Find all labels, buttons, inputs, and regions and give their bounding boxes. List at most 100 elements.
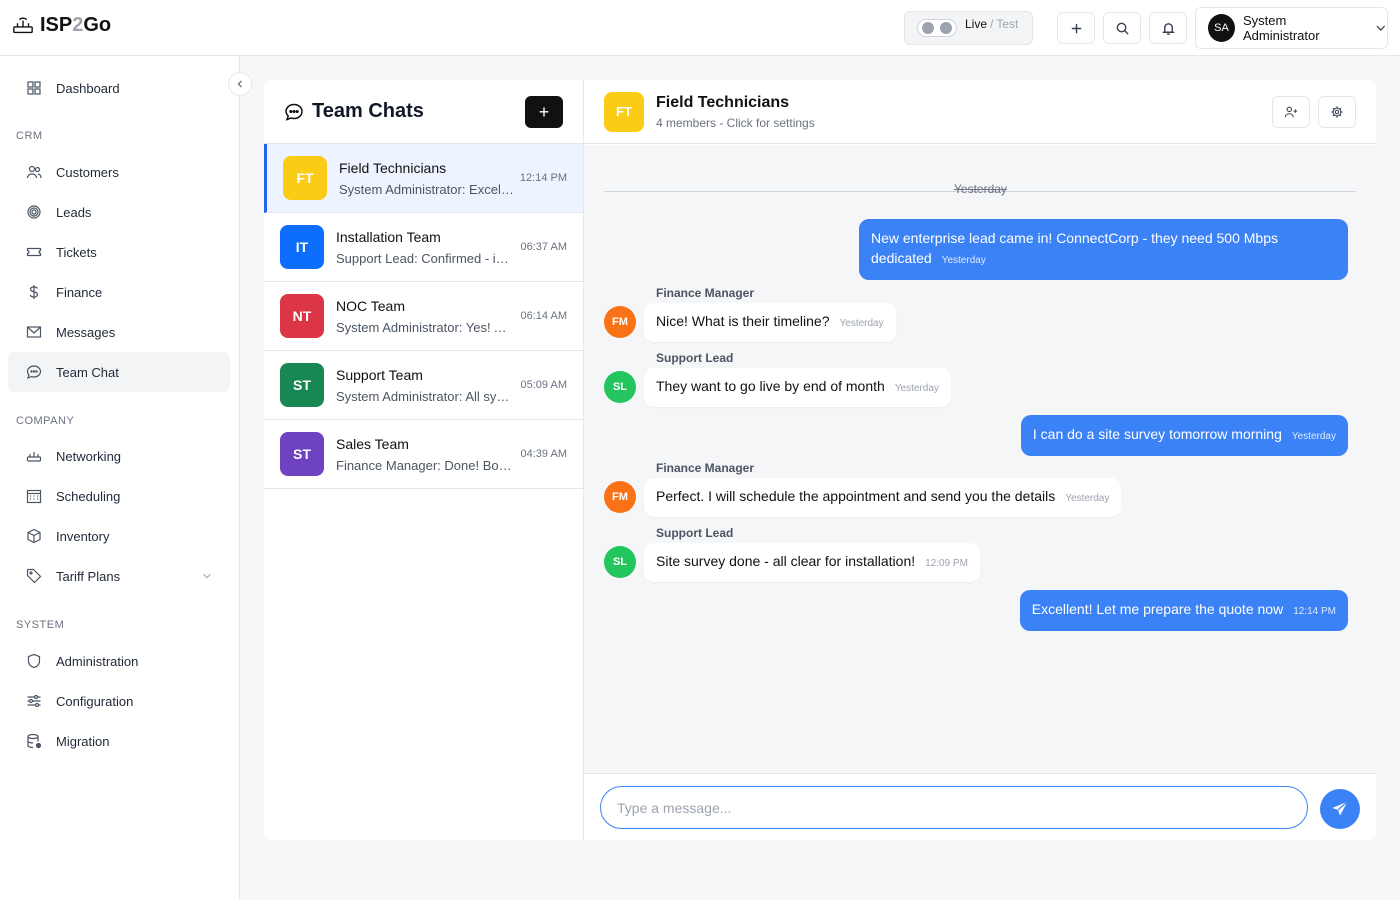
chat-avatar: ST [280, 432, 324, 476]
add-button[interactable] [1057, 12, 1095, 44]
settings-button[interactable] [1318, 96, 1356, 128]
avatar: SA [1208, 14, 1235, 42]
message-bubble-incoming: Perfect. I will schedule the appointment… [644, 478, 1122, 517]
message-sender: Finance Manager [656, 286, 755, 300]
chat-time: 04:39 AM [520, 448, 567, 460]
logo[interactable]: ISP2Go [12, 14, 111, 37]
user-plus-icon [1284, 106, 1298, 118]
add-member-button[interactable] [1272, 96, 1310, 128]
sidebar-item-migration[interactable]: Migration [8, 721, 230, 761]
message-sender: Support Lead [656, 526, 734, 540]
chat-item-support-team[interactable]: ST Support Team System Administrator: Al… [264, 351, 583, 420]
message-bubble-outgoing: Excellent! Let me prepare the quote now 1… [1019, 590, 1348, 631]
sidebar-item-label: Configuration [56, 693, 134, 709]
chevron-down-icon [1376, 25, 1386, 31]
sidebar-item-tickets[interactable]: Tickets [8, 232, 230, 272]
message-sender: Finance Manager [656, 461, 755, 475]
sidebar-item-label: Migration [56, 733, 110, 749]
bell-icon [1161, 22, 1175, 35]
mode-live-label: Live [965, 17, 988, 31]
sidebar-item-label: Administration [56, 653, 139, 669]
sidebar-item-label: Scheduling [56, 488, 121, 504]
chat-item-noc-team[interactable]: NT NOC Team System Administrator: Yes! A… [264, 282, 583, 351]
chat-item-sales-team[interactable]: ST Sales Team Finance Manager: Done! Boo… [264, 420, 583, 489]
sidebar-item-messages[interactable]: Messages [8, 312, 230, 352]
chat-avatar: NT [280, 294, 324, 338]
conversation-subtitle[interactable]: 4 members - Click for settings [656, 116, 815, 130]
message-input[interactable] [600, 786, 1308, 829]
sidebar-item-label: Customers [56, 164, 119, 180]
chat-avatar: IT [280, 225, 324, 269]
sliders-icon [27, 694, 41, 708]
shield-icon [27, 653, 41, 669]
mode-test-label: Test [996, 17, 1019, 31]
conversation-header[interactable]: FT Field Technicians 4 members - Click f… [584, 80, 1376, 144]
sidebar-item-label: Finance [56, 284, 103, 300]
message-time: Yesterday [1291, 431, 1336, 442]
sidebar-item-scheduling[interactable]: Scheduling [8, 476, 230, 516]
plus-icon [1071, 23, 1081, 33]
mail-icon [26, 326, 42, 338]
chat-item-field-technicians[interactable]: FT Field Technicians System Administrato… [264, 144, 583, 213]
sidebar-item-label: Tariff Plans [56, 568, 121, 584]
message-bubble-outgoing: I can do a site survey tomorrow morning Y… [1020, 415, 1348, 456]
sidebar-item-inventory[interactable]: Inventory [8, 516, 230, 556]
calendar-icon [26, 489, 42, 504]
message-time: 12:09 PM [925, 558, 968, 569]
sidebar-item-label: Team Chat [56, 364, 119, 380]
chat-preview: System Administrator: Excellent! Let me … [339, 181, 515, 197]
message-time: Yesterday [1065, 493, 1110, 504]
message-list[interactable]: Yesterday New enterprise lead came in! C… [584, 145, 1376, 773]
message-text: They want to go live by end of month [656, 378, 885, 394]
chat-list-panel: Team Chats + FT Field Technicians System… [264, 80, 584, 840]
sidebar-item-label: Dashboard [56, 80, 120, 96]
message-text: New enterprise lead came in! ConnectCorp… [871, 230, 1278, 266]
top-bar: ISP2Go Live / Test SA System Administrator [0, 0, 1400, 56]
message-time: Yesterday [941, 255, 986, 266]
sidebar-item-finance[interactable]: Finance [8, 272, 230, 312]
sidebar-item-networking[interactable]: Networking [8, 436, 230, 476]
sidebar-item-customers[interactable]: Customers [8, 152, 230, 192]
notifications-button[interactable] [1149, 12, 1187, 44]
sidebar-item-team-chat[interactable]: Team Chat [8, 352, 230, 392]
sidebar-item-leads[interactable]: Leads [8, 192, 230, 232]
chat-bubble-icon [26, 365, 42, 380]
sidebar-collapse-button[interactable] [228, 72, 252, 96]
live-test-toggle[interactable]: Live / Test [904, 11, 1033, 45]
new-chat-button[interactable]: + [525, 96, 563, 128]
sidebar-item-configuration[interactable]: Configuration [8, 681, 230, 721]
mode-label: Live / Test [965, 17, 1018, 31]
user-menu[interactable]: SA System Administrator [1195, 7, 1388, 49]
send-button[interactable] [1320, 789, 1360, 829]
dollar-icon [29, 285, 39, 299]
avatar: FM [604, 306, 636, 338]
tag-icon [26, 568, 42, 584]
avatar: FM [604, 481, 636, 513]
sidebar-item-tariff-plans[interactable]: Tariff Plans [8, 556, 230, 596]
chat-time: 06:14 AM [520, 310, 567, 322]
toggle-switch[interactable] [917, 19, 957, 37]
router-icon [13, 17, 33, 33]
logo-text-prefix: ISP [40, 14, 73, 36]
sidebar-item-dashboard[interactable]: Dashboard [8, 68, 230, 108]
users-icon [26, 165, 42, 179]
user-name: System Administrator [1243, 13, 1320, 43]
message-time: 12:14 PM [1293, 606, 1336, 617]
chat-bubble-icon [285, 103, 303, 121]
chat-preview: Finance Manager: Done! Booked the invoic… [336, 457, 512, 473]
database-icon [27, 733, 42, 749]
chevron-down-icon[interactable] [202, 571, 212, 581]
sidebar-item-label: Tickets [56, 244, 97, 260]
message-sender: Support Lead [656, 351, 734, 365]
chevron-left-icon [237, 80, 242, 88]
chat-preview: System Administrator: All systems operat… [336, 388, 512, 404]
search-button[interactable] [1103, 12, 1141, 44]
gear-icon [1331, 106, 1343, 118]
ticket-icon [26, 247, 42, 257]
section-label-system: SYSTEM [16, 619, 65, 631]
chat-item-installation-team[interactable]: IT Installation Team Support Lead: Confi… [264, 213, 583, 282]
message-bubble-incoming: Site survey done - all clear for install… [644, 543, 980, 582]
sidebar-item-administration[interactable]: Administration [8, 641, 230, 681]
conversation-title: Field Technicians [656, 93, 790, 111]
sidebar-item-label: Networking [56, 448, 122, 464]
